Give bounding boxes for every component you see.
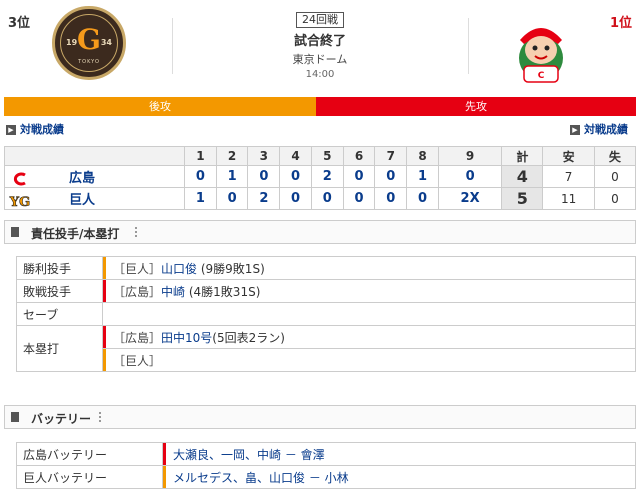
row-label: 広島バッテリー xyxy=(16,442,163,466)
errors: 0 xyxy=(593,165,637,188)
table-row: ［巨人］ xyxy=(17,348,636,372)
away-rank: 1位 xyxy=(609,16,632,31)
table-row: 広島バッテリー 大瀬良、一岡、中崎 － 會澤 xyxy=(16,442,636,466)
hits: 7 xyxy=(542,165,595,188)
giants-yg-icon: YG xyxy=(9,194,31,210)
team-name[interactable]: 広島 xyxy=(69,171,95,186)
table-row: 本塁打 ［広島］田中10号(5回表2ラン) xyxy=(16,325,636,372)
carp-mascot-logo: C xyxy=(519,28,563,83)
total-runs: 4 xyxy=(501,165,544,188)
total-runs: 5 xyxy=(501,187,544,210)
section-title: バッテリー xyxy=(31,412,92,426)
hits: 11 xyxy=(542,187,595,210)
row-label: 敗戦投手 xyxy=(16,279,103,303)
head-to-head-link-left[interactable]: ▶ 対戦成績 xyxy=(6,121,64,137)
team-name[interactable]: 巨人 xyxy=(69,193,95,208)
section-title: 責任投手/本塁打 xyxy=(31,227,120,241)
table-row: 広島 010 020 010 4 7 0 xyxy=(4,165,637,188)
table-row: YG 巨人 102 000 0 0 2X 5 11 0 xyxy=(4,187,637,210)
battery-table: 広島バッテリー 大瀬良、一岡、中崎 － 會澤 巨人バッテリー メルセデス、畠、山… xyxy=(16,442,636,489)
section-marker-icon xyxy=(11,412,19,422)
pitchers-table: 勝利投手 ［巨人］山口俊 (9勝9敗1S) 敗戦投手 ［広島］中崎 (4勝1敗3… xyxy=(16,256,636,372)
stadium: 東京ドーム xyxy=(292,53,348,66)
section-marker-icon xyxy=(11,227,19,237)
head-to-head-link-right[interactable]: ▶ 対戦成績 xyxy=(570,121,628,137)
battery-players[interactable]: 大瀬良、一岡、中崎 － 會澤 xyxy=(173,448,325,462)
game-status: 試合終了 xyxy=(293,34,346,49)
away-side-bar: 先攻 xyxy=(316,97,636,116)
scoreboard: 123 456 789 計安失 広島 010 020 010 4 7 0 YG 巨… xyxy=(4,146,637,210)
home-side-bar: 後攻 xyxy=(4,97,330,116)
pitchers-section-header: 責任投手/本塁打 xyxy=(4,220,636,244)
svg-text:C: C xyxy=(538,71,545,81)
start-time: 14:00 xyxy=(305,69,335,80)
row-label: セーブ xyxy=(16,302,103,326)
play-arrow-icon: ▶ xyxy=(570,125,580,135)
giants-logo: G 19 34 TOKYO xyxy=(52,6,126,80)
player-link[interactable]: 山口俊 xyxy=(161,262,197,276)
game-info: 24回戦 試合終了 東京ドーム 14:00 xyxy=(220,12,420,80)
table-row: セーブ xyxy=(16,302,636,326)
errors: 0 xyxy=(593,187,637,210)
carp-c-icon xyxy=(9,171,31,186)
game-header: 3位 G 19 34 TOKYO 24回戦 試合終了 東京ドーム 14:00 C… xyxy=(0,0,640,118)
home-rank: 3位 xyxy=(8,16,31,31)
play-arrow-icon: ▶ xyxy=(6,125,16,135)
table-row: 勝利投手 ［巨人］山口俊 (9勝9敗1S) xyxy=(16,256,636,280)
row-label: 勝利投手 xyxy=(16,256,103,280)
game-number-badge: 24回戦 xyxy=(296,12,344,28)
scoreboard-header-row: 123 456 789 計安失 xyxy=(4,146,637,166)
row-label: 巨人バッテリー xyxy=(16,465,163,489)
player-link[interactable]: 中崎 xyxy=(161,285,185,299)
svg-text:YG: YG xyxy=(9,195,30,208)
battery-players[interactable]: メルセデス、畠、山口俊 － 小林 xyxy=(173,471,349,485)
row-label: 本塁打 xyxy=(16,325,103,372)
table-row: 敗戦投手 ［広島］中崎 (4勝1敗31S) xyxy=(16,279,636,303)
player-link[interactable]: 田中10号 xyxy=(161,331,212,345)
battery-section-header: バッテリー xyxy=(4,405,636,429)
table-row: 巨人バッテリー メルセデス、畠、山口俊 － 小林 xyxy=(16,465,636,489)
